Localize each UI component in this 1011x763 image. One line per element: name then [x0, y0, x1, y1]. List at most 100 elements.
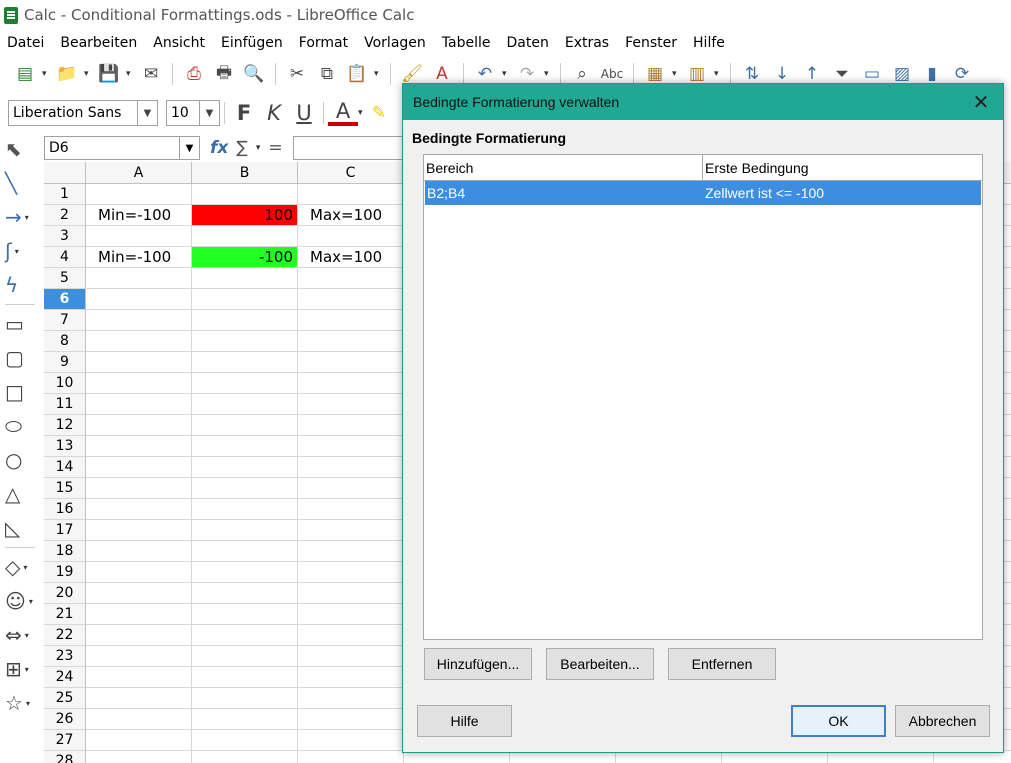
cell-a20[interactable] — [86, 583, 192, 604]
cell-c3[interactable] — [298, 226, 404, 247]
remove-button[interactable]: Entfernen — [668, 648, 776, 680]
menu-extras[interactable]: Extras — [558, 35, 618, 51]
name-box[interactable]: D6 ▼ — [44, 136, 200, 160]
cell-c2[interactable]: Max=100 — [298, 205, 404, 226]
new-document-icon[interactable]: ▤ — [12, 61, 38, 87]
cell-c17[interactable] — [298, 520, 404, 541]
column-header-erste-bedingung[interactable]: Erste Bedingung — [703, 155, 982, 180]
arrow-line-icon[interactable]: → ▾ — [5, 200, 41, 234]
cell-b25[interactable] — [192, 688, 298, 709]
cell-b2[interactable]: 100 — [192, 205, 298, 226]
cell-a9[interactable] — [86, 352, 192, 373]
row-header[interactable]: 10 — [44, 373, 86, 394]
menu-bearbeiten[interactable]: Bearbeiten — [53, 35, 146, 51]
cell-c11[interactable] — [298, 394, 404, 415]
cell-c25[interactable] — [298, 688, 404, 709]
underline-button[interactable]: U — [289, 99, 319, 127]
new-dropdown-icon[interactable]: ▾ — [42, 69, 50, 79]
cell-c16[interactable] — [298, 499, 404, 520]
cell-c27[interactable] — [298, 730, 404, 751]
cell-a25[interactable] — [86, 688, 192, 709]
italic-button[interactable]: K — [259, 99, 289, 127]
row-header[interactable]: 14 — [44, 457, 86, 478]
cell-c10[interactable] — [298, 373, 404, 394]
sum-dropdown-icon[interactable]: ▾ — [256, 143, 261, 153]
cell-a17[interactable] — [86, 520, 192, 541]
row-header[interactable]: 25 — [44, 688, 86, 709]
table-row[interactable]: B2;B4 Zellwert ist <= -100 — [425, 181, 981, 205]
paste-dropdown-icon[interactable]: ▾ — [374, 69, 382, 79]
cell-c20[interactable] — [298, 583, 404, 604]
right-triangle-icon[interactable]: ◺ — [5, 511, 41, 545]
cell-c22[interactable] — [298, 625, 404, 646]
cell-b18[interactable] — [192, 541, 298, 562]
formula-icon[interactable]: = — [268, 138, 282, 158]
cell-c19[interactable] — [298, 562, 404, 583]
cell-a2[interactable]: Min=-100 — [86, 205, 192, 226]
cell-a6[interactable] — [86, 289, 192, 310]
menu-fenster[interactable]: Fenster — [618, 35, 686, 51]
ellipse-icon[interactable]: ⬭ — [5, 409, 41, 443]
formula-input[interactable] — [292, 136, 403, 160]
cell-b22[interactable] — [192, 625, 298, 646]
cell-b24[interactable] — [192, 667, 298, 688]
cell-b19[interactable] — [192, 562, 298, 583]
cell-a10[interactable] — [86, 373, 192, 394]
cell-a4[interactable]: Min=-100 — [86, 247, 192, 268]
highlight-color-icon[interactable]: ✎ — [366, 100, 392, 126]
cut-icon[interactable]: ✂ — [284, 61, 310, 87]
redo-dropdown-icon[interactable]: ▾ — [544, 69, 552, 79]
curve-icon[interactable]: ʃ ▾ — [5, 234, 41, 268]
bold-button[interactable]: F — [229, 99, 259, 127]
row-dropdown-icon[interactable]: ▾ — [672, 69, 680, 79]
cell-c7[interactable] — [298, 310, 404, 331]
cell-a7[interactable] — [86, 310, 192, 331]
rectangle-icon[interactable]: ▭ — [5, 307, 41, 341]
cancel-button[interactable]: Abbrechen — [895, 705, 990, 737]
cell-c26[interactable] — [298, 709, 404, 730]
cell-b27[interactable] — [192, 730, 298, 751]
chevron-down-icon[interactable]: ▼ — [137, 101, 157, 125]
cell-b6[interactable] — [192, 289, 298, 310]
cell-b9[interactable] — [192, 352, 298, 373]
paste-icon[interactable]: 📋 — [344, 61, 370, 87]
cell-c13[interactable] — [298, 436, 404, 457]
cell-b3[interactable] — [192, 226, 298, 247]
help-button[interactable]: Hilfe — [417, 705, 512, 737]
column-header-b[interactable]: B — [192, 162, 298, 184]
connector-icon[interactable]: ϟ — [5, 268, 41, 302]
cell-a8[interactable] — [86, 331, 192, 352]
save-dropdown-icon[interactable]: ▾ — [126, 69, 134, 79]
menu-ansicht[interactable]: Ansicht — [146, 35, 214, 51]
column-header-bereich[interactable]: Bereich — [424, 155, 703, 180]
column-dropdown-icon[interactable]: ▾ — [714, 69, 722, 79]
font-name-combobox[interactable]: Liberation Sans ▼ — [8, 100, 158, 126]
chevron-down-icon[interactable]: ▼ — [199, 101, 219, 125]
copy-icon[interactable]: ⧉ — [314, 61, 340, 87]
row-header[interactable]: 11 — [44, 394, 86, 415]
sum-icon[interactable]: ∑ — [236, 138, 247, 158]
cell-b15[interactable] — [192, 478, 298, 499]
menu-einfuegen[interactable]: Einfügen — [214, 35, 292, 51]
menu-vorlagen[interactable]: Vorlagen — [357, 35, 435, 51]
cell-c5[interactable] — [298, 268, 404, 289]
cell-c1[interactable] — [298, 184, 404, 205]
block-arrows-icon[interactable]: ⇔ ▾ — [5, 618, 41, 652]
cell-a21[interactable] — [86, 604, 192, 625]
row-header[interactable]: 12 — [44, 415, 86, 436]
row-header[interactable]: 6 — [44, 289, 86, 310]
row-header[interactable]: 7 — [44, 310, 86, 331]
cell-b1[interactable] — [192, 184, 298, 205]
row-header[interactable]: 3 — [44, 226, 86, 247]
row-header[interactable]: 22 — [44, 625, 86, 646]
cell-b21[interactable] — [192, 604, 298, 625]
chevron-down-icon[interactable]: ▼ — [179, 137, 199, 159]
cell-a15[interactable] — [86, 478, 192, 499]
cell-b14[interactable] — [192, 457, 298, 478]
basic-shapes-icon[interactable]: ◇ ▾ — [5, 550, 41, 584]
row-header[interactable]: 5 — [44, 268, 86, 289]
cell-a13[interactable] — [86, 436, 192, 457]
cell-c28[interactable] — [298, 751, 404, 763]
font-color-button[interactable]: A — [328, 99, 358, 126]
menu-datei[interactable]: Datei — [0, 35, 53, 51]
